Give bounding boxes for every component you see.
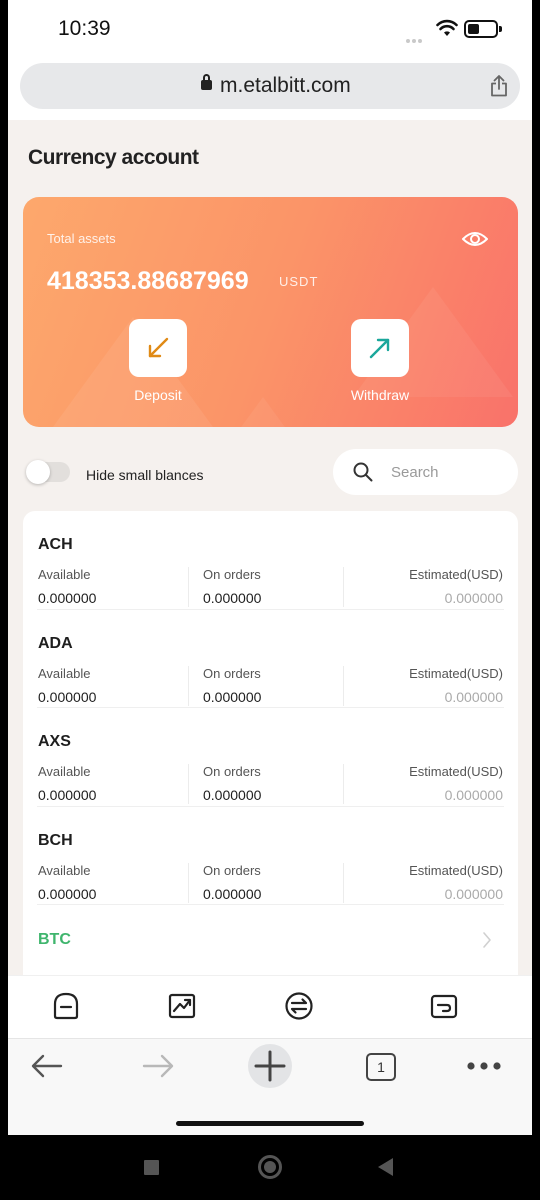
markets-chart-icon[interactable] [166, 990, 198, 1022]
address-bar[interactable]: m.etalbitt.com [20, 63, 520, 109]
estimated-label: Estimated(USD) [409, 764, 503, 779]
total-assets-label: Total assets [47, 231, 116, 246]
url-text: m.etalbitt.com [220, 74, 351, 97]
withdraw-icon-tile [351, 319, 409, 377]
available-value: 0.000000 [38, 885, 97, 902]
share-icon[interactable] [490, 75, 508, 97]
app-tab-bar [8, 975, 532, 1037]
search-input[interactable] [391, 460, 506, 484]
coin-name: ADA [38, 634, 73, 652]
deposit-button[interactable]: Deposit [113, 319, 203, 403]
deposit-icon-tile [129, 319, 187, 377]
estimated-value: 0.000000 [444, 885, 503, 902]
on-orders-label: On orders [203, 862, 261, 878]
home-indicator [176, 1121, 364, 1126]
total-assets-value: 418353.88687969 [47, 267, 249, 295]
search-icon [353, 462, 373, 482]
battery-icon [464, 20, 502, 38]
list-item[interactable]: ACH Available 0.000000 On orders 0.000000 … [37, 511, 504, 610]
page-title: Currency account [28, 146, 199, 169]
back-nav-icon[interactable] [378, 1158, 393, 1176]
deposit-arrow-icon [148, 337, 169, 358]
signal-dots-icon [406, 30, 424, 43]
available-value: 0.000000 [38, 590, 97, 606]
eye-icon[interactable] [461, 229, 489, 249]
on-orders-value: 0.000000 [203, 590, 262, 606]
on-orders-label: On orders [203, 567, 261, 582]
on-orders-value: 0.000000 [203, 885, 262, 902]
total-assets-unit: USDT [279, 274, 319, 289]
new-tab-plus-icon [254, 1050, 286, 1082]
page-content: Currency account Total assets 418353.886… [8, 120, 532, 975]
status-bar: 10:39 [8, 0, 532, 58]
available-label: Available [38, 665, 91, 681]
wallet-icon[interactable] [428, 990, 460, 1022]
home-nav-icon[interactable] [258, 1155, 282, 1179]
available-label: Available [38, 862, 91, 878]
total-assets-card: Total assets 418353.88687969 USDT Deposi… [23, 197, 518, 427]
toggle-knob [26, 460, 50, 484]
coin-list: ACH Available 0.000000 On orders 0.000000 … [23, 511, 518, 975]
on-orders-label: On orders [203, 665, 261, 681]
search-box[interactable] [333, 449, 518, 495]
estimated-label: Estimated(USD) [409, 862, 503, 878]
hide-small-balances-toggle[interactable] [26, 460, 70, 484]
status-time: 10:39 [58, 17, 111, 40]
wifi-icon [436, 19, 458, 36]
on-orders-label: On orders [203, 764, 261, 779]
trade-exchange-icon[interactable] [283, 990, 315, 1022]
tabs-icon[interactable]: 1 [366, 1053, 396, 1081]
coin-name: BTC [38, 931, 71, 948]
list-item[interactable]: AXS Available 0.000000 On orders 0.000000 … [37, 708, 504, 807]
on-orders-value: 0.000000 [203, 787, 262, 803]
on-orders-value: 0.000000 [203, 688, 262, 705]
coin-name: ACH [38, 536, 73, 553]
chevron-right-icon [483, 932, 491, 948]
phone-screen: 10:39 m.etalbitt.com Currency account To… [8, 0, 532, 1135]
withdraw-arrow-icon [369, 338, 390, 359]
estimated-label: Estimated(USD) [409, 665, 503, 681]
hide-small-balances-label: Hide small blances [86, 467, 204, 483]
list-item[interactable]: ADA Available 0.000000 On orders 0.000000 … [37, 610, 504, 708]
estimated-value: 0.000000 [444, 590, 503, 606]
coin-name: AXS [38, 733, 71, 750]
available-value: 0.000000 [38, 688, 97, 705]
estimated-value: 0.000000 [444, 688, 503, 705]
recents-nav-icon[interactable] [144, 1160, 159, 1175]
home-icon[interactable] [50, 990, 82, 1022]
coin-name: BCH [38, 831, 73, 849]
list-item[interactable]: BCH Available 0.000000 On orders 0.000000 … [37, 807, 504, 905]
withdraw-button[interactable]: Withdraw [335, 319, 425, 403]
available-label: Available [38, 567, 91, 582]
estimated-label: Estimated(USD) [409, 567, 503, 582]
lock-icon [201, 74, 212, 90]
available-label: Available [38, 764, 91, 779]
more-menu-icon[interactable] [466, 1061, 502, 1071]
withdraw-label: Withdraw [350, 387, 410, 403]
list-item[interactable]: BTC [37, 905, 504, 975]
new-tab-button[interactable] [248, 1044, 292, 1088]
back-arrow-icon[interactable] [30, 1051, 64, 1081]
deposit-label: Deposit [134, 387, 182, 403]
forward-arrow-icon[interactable] [141, 1051, 175, 1081]
estimated-value: 0.000000 [444, 787, 503, 803]
available-value: 0.000000 [38, 787, 97, 803]
browser-toolbar: 1 [8, 1038, 532, 1135]
